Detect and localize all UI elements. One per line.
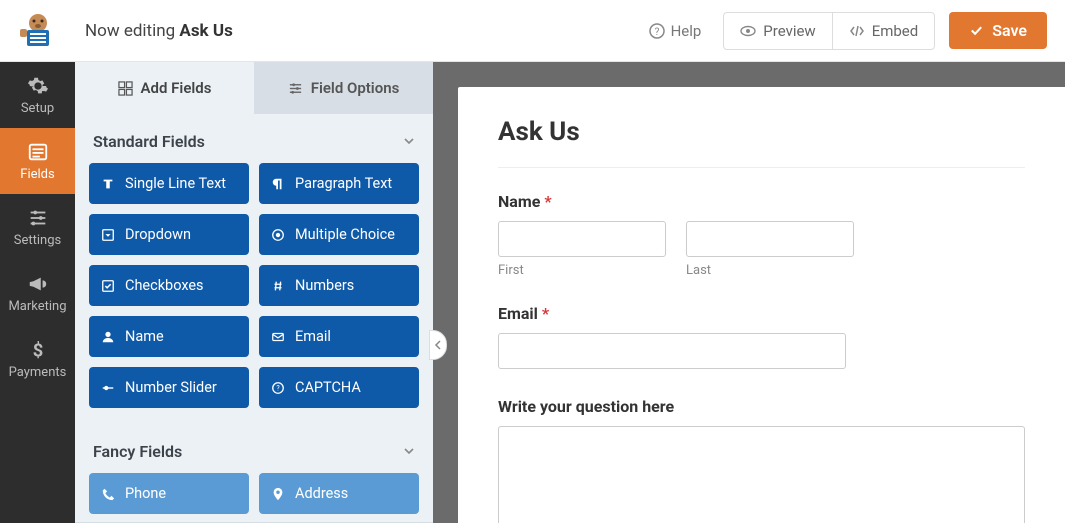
form-title: Ask Us [498,117,1025,147]
field-captcha[interactable]: ?CAPTCHA [259,367,419,408]
field-number-slider[interactable]: Number Slider [89,367,249,408]
sidebar-item-fields[interactable]: Fields [0,128,75,194]
text-icon [101,177,115,191]
dollar-icon: $ [27,339,49,361]
tab-field-options[interactable]: Field Options [254,62,433,114]
svg-text:$: $ [32,340,43,361]
sublabel-last: Last [686,263,854,278]
sidebar-item-label: Fields [20,167,54,182]
captcha-icon: ? [271,381,285,395]
page-title: Now editing Ask Us [85,21,233,41]
field-dropdown[interactable]: Dropdown [89,214,249,255]
sliders-icon [27,207,49,229]
form-icon [27,141,49,163]
help-link[interactable]: ? Help [649,22,702,40]
label-email: Email * [498,304,1025,323]
check-icon [969,23,984,38]
sidebar-item-label: Settings [14,233,61,248]
slider-icon [101,381,115,395]
checkbox-icon [101,279,115,293]
label-name: Name * [498,192,1025,211]
field-checkboxes[interactable]: Checkboxes [89,265,249,306]
sublabel-first: First [498,263,666,278]
chevron-down-icon [403,442,415,461]
section-fancy-fields[interactable]: Fancy Fields [89,424,419,473]
input-last-name[interactable] [686,221,854,257]
sidebar-item-marketing[interactable]: Marketing [0,260,75,326]
paragraph-icon [271,177,285,191]
envelope-icon [271,330,285,344]
field-email[interactable]: Email [259,316,419,357]
save-button[interactable]: Save [949,12,1047,49]
label-question: Write your question here [498,397,1025,416]
sidebar-item-setup[interactable]: Setup [0,62,75,128]
sidebar-item-label: Payments [9,365,67,380]
svg-text:?: ? [654,27,659,38]
input-question[interactable] [498,426,1025,523]
phone-icon [101,487,115,501]
sidebar-item-label: Setup [21,101,54,116]
caret-square-icon [101,228,115,242]
divider [498,167,1025,168]
chevron-down-icon [403,132,415,151]
code-icon [849,23,865,39]
section-standard-fields[interactable]: Standard Fields [89,114,419,163]
wpforms-logo [0,11,75,51]
hash-icon [271,279,285,293]
chevron-left-icon [434,340,442,350]
grid-icon [118,81,133,96]
eye-icon [740,23,756,39]
svg-text:?: ? [276,384,280,392]
map-pin-icon [271,487,285,501]
input-email[interactable] [498,333,846,369]
field-name[interactable]: Name [89,316,249,357]
sidebar-item-label: Marketing [8,299,66,314]
input-first-name[interactable] [498,221,666,257]
embed-button[interactable]: Embed [832,12,936,50]
field-phone[interactable]: Phone [89,473,249,514]
bullhorn-icon [27,273,49,295]
preview-button[interactable]: Preview [723,12,831,50]
field-paragraph-text[interactable]: Paragraph Text [259,163,419,204]
tab-add-fields[interactable]: Add Fields [75,62,254,114]
sidebar-item-settings[interactable]: Settings [0,194,75,260]
help-icon: ? [649,23,665,39]
sliders-icon [288,81,303,96]
field-single-line-text[interactable]: Single Line Text [89,163,249,204]
sidebar-item-payments[interactable]: $ Payments [0,326,75,392]
field-numbers[interactable]: Numbers [259,265,419,306]
user-icon [101,330,115,344]
gear-icon [27,75,49,97]
field-address[interactable]: Address [259,473,419,514]
field-multiple-choice[interactable]: Multiple Choice [259,214,419,255]
form-preview: Ask Us Name * First Last Email * Write y… [458,87,1065,523]
radio-icon [271,228,285,242]
